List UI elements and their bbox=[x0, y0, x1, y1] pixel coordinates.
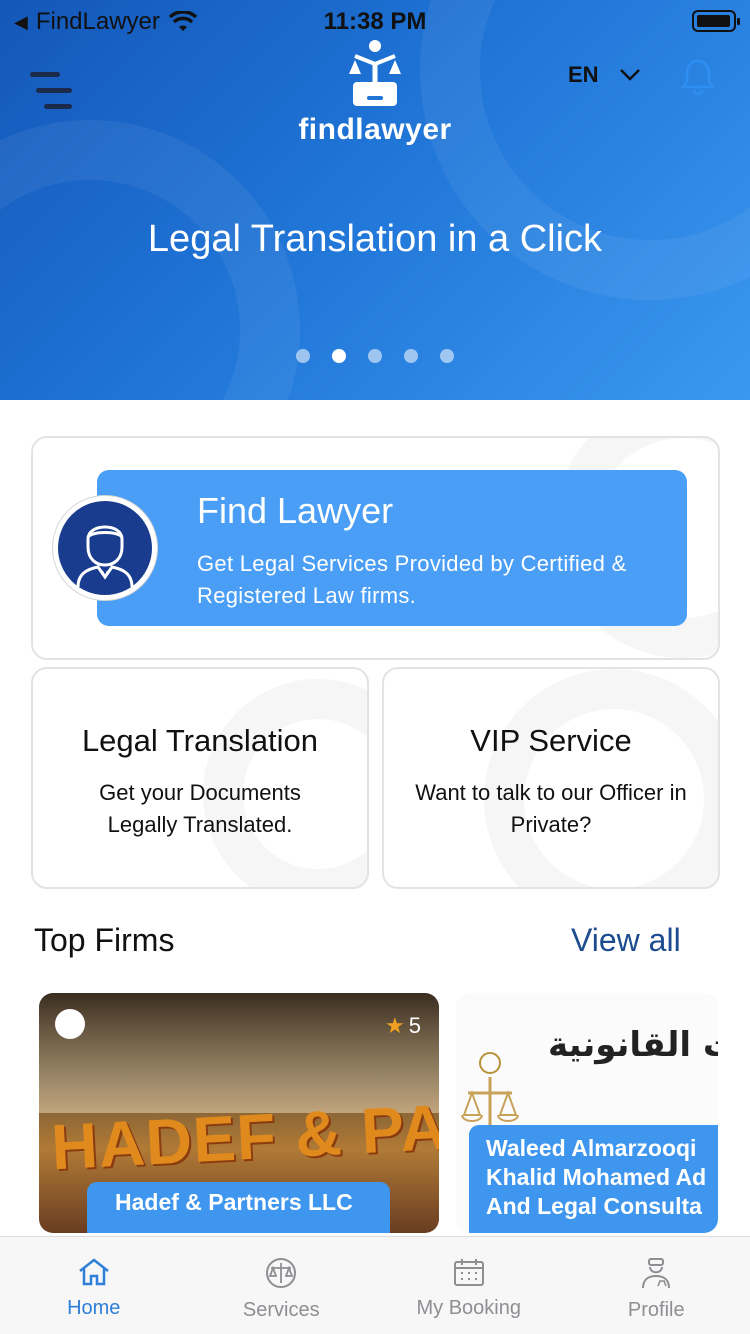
home-icon bbox=[78, 1258, 109, 1286]
carousel-dot[interactable] bbox=[404, 349, 418, 363]
carousel-dot-active[interactable] bbox=[332, 349, 346, 363]
firm-card[interactable]: HADEF & PARTNERS ★ 5 Hadef & Partners LL… bbox=[39, 993, 439, 1233]
carousel-dot[interactable] bbox=[368, 349, 382, 363]
hero-title: Legal Translation in a Click bbox=[147, 218, 603, 260]
lawyer-profile-icon bbox=[642, 1258, 671, 1289]
firm-name: Hadef & Partners LLC bbox=[87, 1182, 390, 1233]
card-watermark bbox=[203, 679, 367, 887]
find-lawyer-card[interactable]: Find Lawyer Get Legal Services Provided … bbox=[31, 436, 720, 660]
calendar-icon bbox=[453, 1259, 484, 1286]
tab-bar: Home Services My Booking Profile bbox=[0, 1236, 750, 1334]
find-lawyer-title: Find Lawyer bbox=[197, 490, 394, 531]
battery-icon bbox=[692, 10, 740, 32]
tab-label: Services bbox=[242, 1299, 320, 1321]
firm-logo bbox=[55, 1009, 85, 1039]
firm-rating: ★ 5 bbox=[385, 1013, 421, 1039]
tab-home[interactable]: Home bbox=[0, 1237, 188, 1334]
view-all-link[interactable]: View all bbox=[571, 922, 681, 959]
tab-label: Home bbox=[67, 1297, 121, 1319]
tab-services[interactable]: Services bbox=[188, 1237, 376, 1334]
lawyer-avatar-icon bbox=[53, 496, 157, 600]
language-selector[interactable]: EN bbox=[568, 62, 641, 88]
menu-button[interactable] bbox=[30, 70, 74, 114]
find-lawyer-banner[interactable]: Find Lawyer Get Legal Services Provided … bbox=[97, 470, 687, 626]
carousel-dot[interactable] bbox=[440, 349, 454, 363]
firm-card[interactable]: للمحاماة والاستشارات القانونية Waleed Al… bbox=[456, 993, 718, 1233]
language-label: EN bbox=[568, 62, 599, 87]
hero-banner[interactable]: ◀ FindLawyer 11:38 PM findlawyer EN Lega… bbox=[0, 0, 750, 400]
scales-icon bbox=[266, 1258, 297, 1288]
top-firms-title: Top Firms bbox=[34, 922, 175, 958]
tab-profile[interactable]: Profile bbox=[563, 1237, 750, 1334]
firm-image-text: للمحاماة والاستشارات القانونية bbox=[548, 1025, 718, 1065]
tab-label: Profile bbox=[627, 1299, 685, 1321]
tab-my-booking[interactable]: My Booking bbox=[375, 1237, 563, 1334]
notification-bell-icon[interactable] bbox=[680, 58, 716, 96]
carousel-dots bbox=[0, 349, 750, 363]
logo-mark-icon bbox=[349, 40, 401, 106]
card-watermark bbox=[484, 669, 718, 887]
vip-service-card[interactable]: VIP Service Want to talk to our Officer … bbox=[382, 667, 720, 889]
rating-value: 5 bbox=[408, 1013, 421, 1038]
status-bar: ◀ FindLawyer 11:38 PM bbox=[0, 0, 750, 40]
tab-label: My Booking bbox=[416, 1297, 522, 1319]
clock: 11:38 PM bbox=[323, 8, 427, 35]
chevron-down-icon bbox=[619, 69, 640, 81]
carousel-dot[interactable] bbox=[296, 349, 310, 363]
app-logo: findlawyer bbox=[285, 38, 465, 148]
find-lawyer-description: Get Legal Services Provided by Certified… bbox=[197, 551, 627, 608]
firm-name: Waleed Almarzooqi Khalid Mohamed Ad And … bbox=[469, 1125, 718, 1233]
star-icon: ★ bbox=[385, 1013, 405, 1038]
legal-translation-card[interactable]: Legal Translation Get your Documents Leg… bbox=[31, 667, 369, 889]
logo-text: findlawyer bbox=[298, 113, 452, 146]
